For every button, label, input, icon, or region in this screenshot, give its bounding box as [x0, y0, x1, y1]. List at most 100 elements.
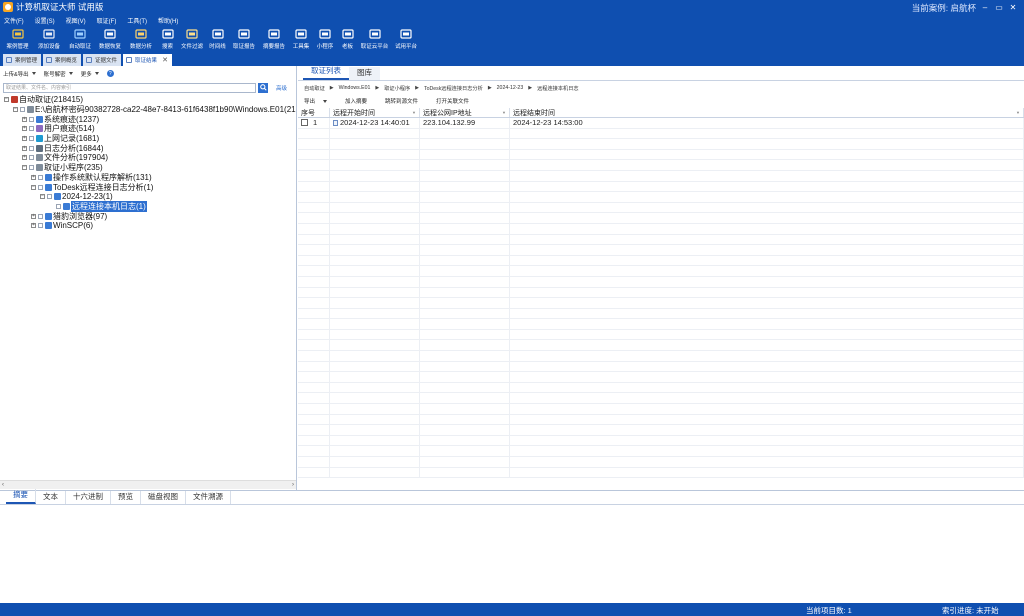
toolbar-button-7[interactable]: 文件过滤	[180, 26, 204, 52]
collapse-icon[interactable]: −	[22, 165, 27, 171]
detail-tab[interactable]: 文件溯源	[186, 491, 231, 504]
toolbar-button-14[interactable]: 取证云平台	[360, 26, 389, 52]
export-button[interactable]: 导出	[304, 97, 328, 105]
row-checkbox[interactable]	[301, 119, 308, 127]
tree-checkbox[interactable]	[29, 155, 34, 161]
breadcrumb-item[interactable]: 自动取证	[304, 85, 325, 92]
restore-icon[interactable]: ▭	[992, 0, 1006, 14]
expand-icon[interactable]: +	[22, 136, 27, 142]
doc-tab-4[interactable]: 取证结果 ✕	[123, 54, 172, 66]
sort-icon[interactable]: ▼	[1016, 110, 1020, 115]
toolbar-button-13[interactable]: 老板	[339, 26, 356, 52]
toolbar-button-4[interactable]: 数据恢复	[97, 26, 123, 52]
tree-checkbox[interactable]	[20, 107, 25, 113]
column-header[interactable]: 远程开始时间 ▼	[330, 108, 420, 117]
expand-icon[interactable]: +	[22, 126, 27, 132]
detail-tab[interactable]: 十六进制	[66, 491, 111, 504]
tree-checkbox[interactable]	[29, 145, 34, 151]
expand-icon[interactable]: +	[22, 145, 27, 151]
expand-icon[interactable]: +	[31, 174, 36, 180]
toolbar-button-10[interactable]: 摘要报告	[261, 26, 287, 52]
add-summary-button[interactable]: 加入摘要	[345, 97, 367, 105]
search-icon[interactable]	[258, 82, 268, 93]
tree-checkbox[interactable]	[56, 203, 61, 209]
tree-checkbox[interactable]	[47, 194, 52, 200]
tree-checkbox[interactable]	[38, 174, 43, 180]
close-tab-icon[interactable]: ✕	[162, 56, 168, 64]
tree-checkbox[interactable]	[29, 165, 34, 171]
collapse-icon[interactable]: −	[4, 97, 9, 103]
toolbar-button-15[interactable]: 试用平台	[393, 26, 419, 52]
menu-forensics[interactable]: 取证(F)	[97, 16, 117, 25]
doc-tab-1[interactable]: 案例管理	[3, 54, 42, 66]
minimize-icon[interactable]: –	[978, 0, 992, 14]
detail-tab[interactable]: 摘要	[6, 489, 36, 504]
sort-icon[interactable]: ▼	[412, 110, 416, 115]
tree-checkbox[interactable]	[29, 136, 34, 142]
column-header[interactable]: 序号	[298, 108, 330, 117]
tree-node[interactable]: 远程连接本机日志(1)	[0, 200, 296, 212]
toolbar-button-1[interactable]: 案例管理	[4, 26, 31, 52]
sort-icon[interactable]: ▼	[502, 110, 506, 115]
tree-checkbox[interactable]	[38, 184, 43, 190]
doc-tab-3[interactable]: 证据文件	[83, 54, 122, 66]
toolbar-button-6[interactable]: 搜索	[159, 26, 176, 52]
tree-checkbox[interactable]	[29, 116, 34, 122]
doc-tab-2[interactable]: 案例概览	[43, 54, 82, 66]
expand-icon[interactable]: +	[22, 116, 27, 122]
breadcrumb-item[interactable]: 远程连接本机日志	[537, 85, 579, 92]
breadcrumb-item[interactable]: Windows.E01	[339, 85, 371, 91]
breadcrumb-item[interactable]: 2024-12-23	[497, 85, 524, 91]
collapse-icon[interactable]: −	[13, 107, 18, 113]
account-decrypt-button[interactable]: 账号解密	[44, 70, 73, 78]
scroll-left-icon[interactable]: ‹	[2, 482, 4, 488]
toolbar-button-12[interactable]: 小程序	[315, 26, 335, 52]
tree-node[interactable]: + 猎豹浏览器(97)	[0, 211, 296, 221]
menu-help[interactable]: 帮助(H)	[158, 16, 178, 25]
table-cell	[298, 255, 330, 266]
advanced-search-link[interactable]: 高级	[276, 84, 287, 92]
scroll-right-icon[interactable]: ›	[292, 482, 294, 488]
open-related-button[interactable]: 打开关联文件	[436, 97, 469, 105]
tab-gallery[interactable]: 图库	[349, 67, 380, 80]
collapse-icon[interactable]: −	[40, 194, 45, 200]
menu-settings[interactable]: 设置(S)	[35, 16, 55, 25]
breadcrumb-item[interactable]: ToDesk远程连接日志分析	[424, 85, 483, 92]
detail-tab[interactable]: 预览	[111, 491, 141, 504]
tab-evidence-list[interactable]: 取证列表	[303, 65, 349, 80]
expand-icon[interactable]: +	[31, 213, 36, 219]
expand-icon[interactable]: +	[31, 223, 36, 229]
help-icon[interactable]: ?	[106, 70, 114, 77]
detail-tab[interactable]: 磁盘视图	[141, 491, 186, 504]
table-cell	[298, 457, 330, 467]
column-header[interactable]: 远程公网IP地址 ▼	[420, 108, 510, 117]
table-row[interactable]: 1 2024-12-23 14:40:01 223.104.132.99 2024-1…	[298, 118, 1024, 129]
more-button[interactable]: 更多	[81, 70, 99, 78]
toolbar-button-5[interactable]: 数据分析	[127, 26, 155, 52]
tree-horizontal-scrollbar[interactable]: ‹ ›	[0, 480, 296, 489]
breadcrumb-item[interactable]: 取证小程序	[384, 85, 410, 92]
jump-source-button[interactable]: 跳转到源文件	[385, 97, 418, 105]
tree-checkbox[interactable]	[38, 223, 43, 229]
close-icon[interactable]: ✕	[1006, 0, 1020, 14]
expand-icon[interactable]: +	[22, 155, 27, 161]
toolbar-button-3[interactable]: 自动取证	[67, 26, 93, 52]
tree-checkbox[interactable]	[38, 213, 43, 219]
upload-export-button[interactable]: 上传&导出	[3, 70, 36, 78]
detail-tab[interactable]: 文本	[36, 491, 66, 504]
tree-checkbox[interactable]	[29, 126, 34, 132]
toolbar-button-9[interactable]: 取证报告	[231, 26, 257, 52]
menu-tools[interactable]: 工具(T)	[127, 16, 147, 25]
collapse-icon[interactable]: −	[31, 184, 36, 190]
collapse-icon[interactable]	[49, 204, 54, 209]
toolbar-button-2[interactable]: 添加设备	[35, 26, 63, 52]
tree-node[interactable]: − ToDesk远程连接日志分析(1)	[0, 182, 296, 192]
column-header[interactable]: 远程结束时间 ▼	[510, 108, 1024, 117]
toolbar-button-8[interactable]: 时间线	[208, 26, 227, 52]
tree-node[interactable]: − 2024-12-23(1)	[0, 192, 296, 202]
tree-node[interactable]: + WinSCP(6)	[0, 221, 296, 231]
tree-search-input[interactable]: 取证结果、文件名、内容索引	[3, 82, 256, 93]
menu-view[interactable]: 视图(V)	[66, 16, 86, 25]
menu-file[interactable]: 文件(F)	[4, 16, 24, 25]
toolbar-button-11[interactable]: 工具集	[291, 26, 311, 52]
